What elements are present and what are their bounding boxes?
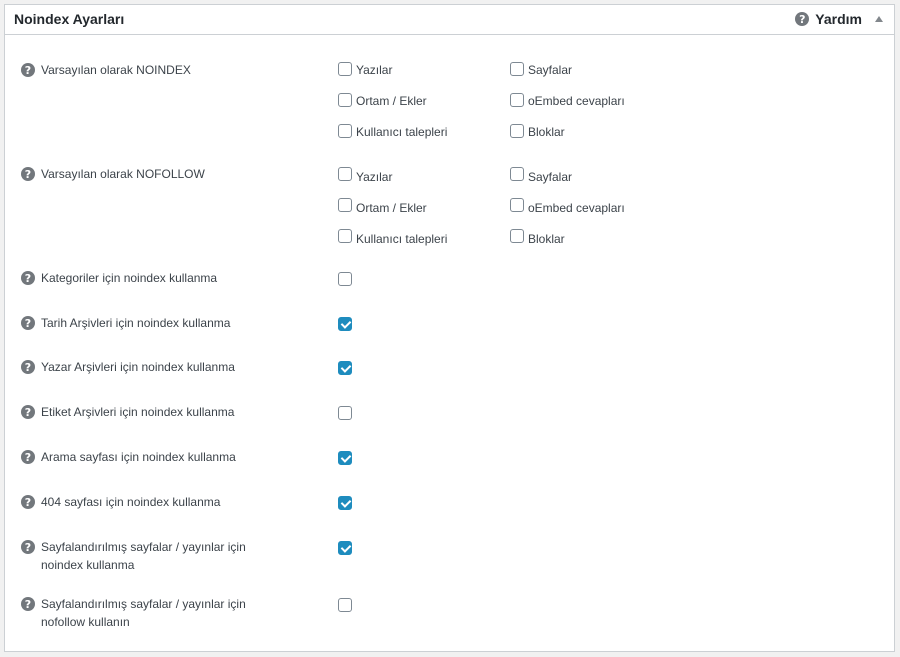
nofollow_default-option-label[interactable]: Kullanıcı talepleri	[356, 232, 447, 246]
noindex_default-option-label[interactable]: Sayfalar	[528, 63, 572, 77]
setting-checkbox[interactable]	[338, 317, 352, 331]
setting-row: ? Arama sayfası için noindex kullanma	[21, 448, 261, 466]
setting-checkbox[interactable]	[338, 496, 352, 510]
setting-label: Etiket Arşivleri için noindex kullanma	[41, 405, 235, 419]
noindex_default-option-label[interactable]: oEmbed cevapları	[528, 94, 625, 108]
setting-checkbox[interactable]	[338, 361, 352, 375]
setting-checkbox[interactable]	[338, 406, 352, 420]
setting-label: Sayfalandırılmış sayfalar / yayınlar içi…	[41, 540, 246, 572]
setting-row: ? Kategoriler için noindex kullanma	[21, 269, 261, 287]
setting-label: 404 sayfası için noindex kullanma	[41, 495, 221, 509]
nofollow-default-label: Varsayılan olarak NOFOLLOW	[41, 167, 205, 181]
question-circle-icon[interactable]: ?	[21, 540, 35, 554]
question-circle-icon[interactable]: ?	[21, 167, 35, 181]
setting-label: Arama sayfası için noindex kullanma	[41, 450, 236, 464]
panel-title: Noindex Ayarları	[14, 11, 125, 27]
noindex-default-label-row: ? Varsayılan olarak NOINDEX	[21, 61, 261, 79]
setting-checkbox[interactable]	[338, 598, 352, 612]
setting-row: ? Etiket Arşivleri için noindex kullanma	[21, 403, 261, 421]
setting-label: Tarih Arşivleri için noindex kullanma	[41, 316, 231, 330]
noindex_default-option-label[interactable]: Yazılar	[356, 63, 392, 77]
panel-header: Noindex Ayarları ? Yardım	[5, 5, 894, 35]
noindex_default-option-label[interactable]: Kullanıcı talepleri	[356, 125, 447, 139]
setting-row: ? Tarih Arşivleri için noindex kullanma	[21, 314, 261, 332]
setting-checkbox[interactable]	[338, 541, 352, 555]
question-circle-icon[interactable]: ?	[21, 360, 35, 374]
question-circle-icon[interactable]: ?	[21, 271, 35, 285]
setting-row: ? Yazar Arşivleri için noindex kullanma	[21, 358, 261, 376]
noindex_default-option-checkbox[interactable]	[338, 93, 352, 107]
question-circle-icon[interactable]: ?	[21, 450, 35, 464]
setting-row: ? Sayfalandırılmış sayfalar / yayınlar iç…	[21, 538, 261, 574]
nofollow_default-option-checkbox[interactable]	[510, 198, 524, 212]
question-circle-icon[interactable]: ?	[21, 495, 35, 509]
nofollow_default-option-label[interactable]: oEmbed cevapları	[528, 201, 625, 215]
nofollow_default-option-label[interactable]: Sayfalar	[528, 170, 572, 184]
help-button[interactable]: ? Yardım	[795, 11, 862, 27]
setting-label: Sayfalandırılmış sayfalar / yayınlar içi…	[41, 597, 246, 629]
setting-row: ? Sayfalandırılmış sayfalar / yayınlar iç…	[21, 595, 261, 631]
question-circle-icon[interactable]: ?	[21, 316, 35, 330]
setting-checkbox[interactable]	[338, 451, 352, 465]
nofollow_default-option-label[interactable]: Ortam / Ekler	[356, 201, 427, 215]
nofollow_default-option-label[interactable]: Yazılar	[356, 170, 392, 184]
nofollow_default-option-checkbox[interactable]	[510, 167, 524, 181]
question-circle-icon[interactable]: ?	[21, 63, 35, 77]
setting-row: ? 404 sayfası için noindex kullanma	[21, 493, 261, 511]
noindex_default-option-label[interactable]: Ortam / Ekler	[356, 94, 427, 108]
noindex-default-label: Varsayılan olarak NOINDEX	[41, 63, 191, 77]
setting-label: Kategoriler için noindex kullanma	[41, 271, 218, 285]
noindex_default-option-label[interactable]: Bloklar	[528, 125, 565, 139]
nofollow_default-option-checkbox[interactable]	[510, 229, 524, 243]
caret-up-icon[interactable]	[875, 16, 883, 22]
nofollow-default-label-row: ? Varsayılan olarak NOFOLLOW	[21, 165, 261, 183]
help-label: Yardım	[815, 11, 862, 27]
noindex_default-option-checkbox[interactable]	[338, 124, 352, 138]
question-circle-icon[interactable]: ?	[21, 405, 35, 419]
noindex_default-option-checkbox[interactable]	[510, 93, 524, 107]
question-circle-icon[interactable]: ?	[21, 597, 35, 611]
noindex_default-option-checkbox[interactable]	[510, 62, 524, 76]
nofollow_default-option-checkbox[interactable]	[338, 167, 352, 181]
setting-checkbox[interactable]	[338, 272, 352, 286]
noindex-settings-panel: Noindex Ayarları ? Yardım ? Varsayılan o…	[4, 4, 895, 652]
nofollow_default-option-checkbox[interactable]	[338, 198, 352, 212]
nofollow_default-option-checkbox[interactable]	[338, 229, 352, 243]
question-circle-icon: ?	[795, 12, 810, 26]
noindex_default-option-checkbox[interactable]	[338, 62, 352, 76]
noindex_default-option-checkbox[interactable]	[510, 124, 524, 138]
nofollow_default-option-label[interactable]: Bloklar	[528, 232, 565, 246]
setting-label: Yazar Arşivleri için noindex kullanma	[41, 360, 235, 374]
